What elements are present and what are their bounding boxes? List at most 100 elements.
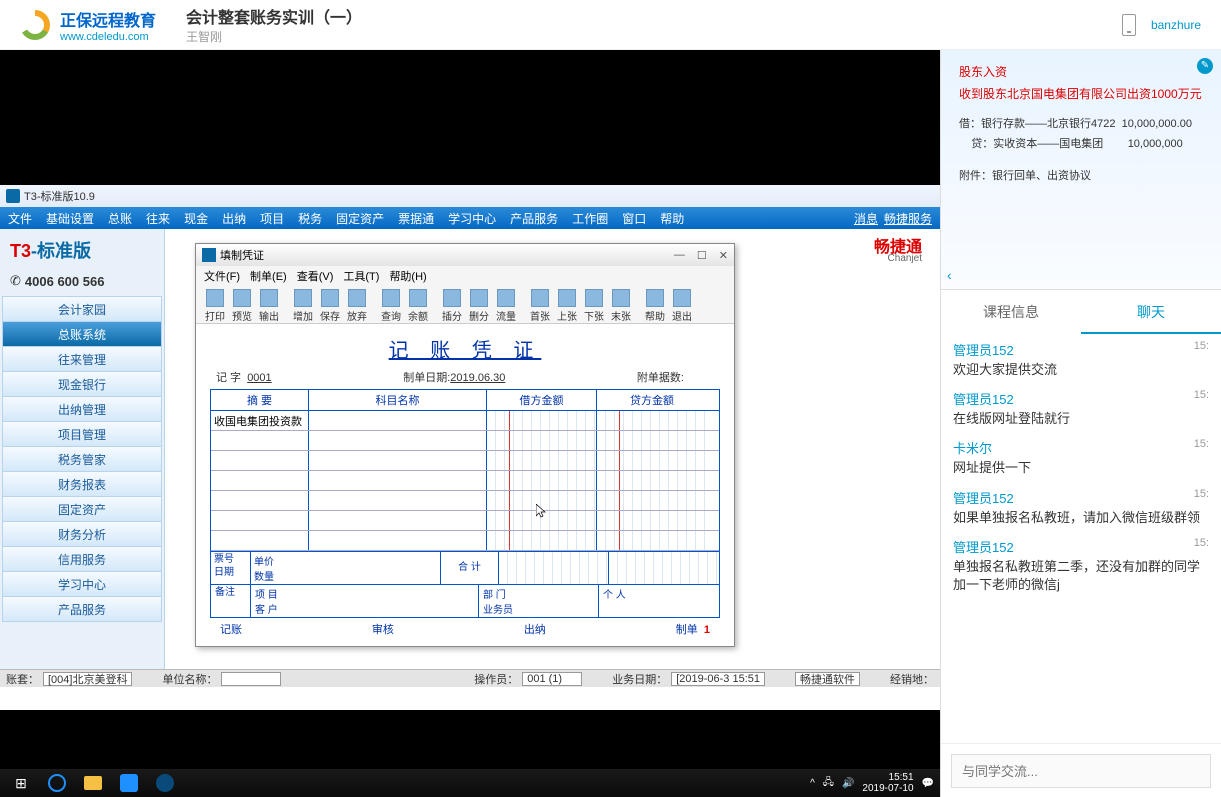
- app-menu-item[interactable]: 工作圈: [572, 210, 608, 227]
- slide-panel: ✎ 股东入资 收到股东北京国电集团有限公司出资1000万元 借：银行存款——北京…: [941, 50, 1221, 290]
- voucher-row[interactable]: [211, 531, 719, 551]
- toolbar-预览[interactable]: 预览: [229, 289, 255, 323]
- nav-item[interactable]: 产品服务: [2, 596, 162, 622]
- toolbar-末张[interactable]: 末张: [608, 289, 634, 323]
- taskbar-explorer[interactable]: [78, 772, 108, 794]
- nav-item[interactable]: 往来管理: [2, 346, 162, 372]
- toolbar-增加[interactable]: 增加: [290, 289, 316, 323]
- app-menu-item[interactable]: 学习中心: [448, 210, 496, 227]
- dialog-titlebar: 填制凭证 — ☐ ✕: [196, 244, 734, 266]
- voucher-row[interactable]: [211, 431, 719, 451]
- app-menu-item[interactable]: 固定资产: [336, 210, 384, 227]
- app-menu-item[interactable]: 帮助: [660, 210, 684, 227]
- toolbar-保存[interactable]: 保存: [317, 289, 343, 323]
- toolbar-首张[interactable]: 首张: [527, 289, 553, 323]
- dialog-menu-item[interactable]: 工具(T): [343, 268, 379, 284]
- dialog-menu-item[interactable]: 文件(F): [204, 268, 240, 284]
- dialog-title: 填制凭证: [220, 247, 264, 263]
- tray-network-icon[interactable]: 🖧: [823, 775, 834, 792]
- nav-item[interactable]: 出纳管理: [2, 396, 162, 422]
- app-menu-item[interactable]: 出纳: [222, 210, 246, 227]
- chat-message: 管理员15215:在线版网址登陆就行: [953, 389, 1209, 428]
- minimize-icon[interactable]: —: [674, 249, 685, 262]
- chat-message: 管理员15215:如果单独报名私教班，请加入微信班级群领: [953, 488, 1209, 527]
- app-menu-item[interactable]: 总账: [108, 210, 132, 227]
- toolbar-打印[interactable]: 打印: [202, 289, 228, 323]
- app-menu-item[interactable]: 票据通: [398, 210, 434, 227]
- voucher-number[interactable]: 0001: [247, 372, 271, 384]
- toolbar-查询[interactable]: 查询: [378, 289, 404, 323]
- voucher-row[interactable]: [211, 451, 719, 471]
- app-menu-item[interactable]: 税务: [298, 210, 322, 227]
- voucher-row[interactable]: 收国电集团投资款: [211, 411, 719, 431]
- sidebar-tabs: 课程信息 聊天: [941, 290, 1221, 334]
- nav-item[interactable]: 固定资产: [2, 496, 162, 522]
- app-menu-item[interactable]: 往来: [146, 210, 170, 227]
- taskbar-app1[interactable]: [114, 772, 144, 794]
- nav-item[interactable]: 税务管家: [2, 446, 162, 472]
- toolbar-放弃[interactable]: 放弃: [344, 289, 370, 323]
- menubar-service-link[interactable]: 畅捷服务: [884, 210, 932, 227]
- tray-notification-icon[interactable]: 💬: [922, 778, 934, 789]
- close-icon[interactable]: ✕: [719, 249, 728, 262]
- dialog-menu-item[interactable]: 帮助(H): [389, 268, 426, 284]
- nav-item[interactable]: 项目管理: [2, 421, 162, 447]
- dialog-toolbar: 打印预览输出增加保存放弃查询余额插分删分流量首张上张下张末张帮助退出: [196, 286, 734, 324]
- dialog-menubar: 文件(F) 制单(E) 查看(V) 工具(T) 帮助(H): [196, 266, 734, 286]
- taskbar-clock[interactable]: 15:51 2019-07-10: [862, 772, 913, 794]
- total-label: 合 计: [441, 552, 499, 584]
- toolbar-下张[interactable]: 下张: [581, 289, 607, 323]
- nav-item[interactable]: 财务报表: [2, 471, 162, 497]
- nav-item[interactable]: 会计家园: [2, 296, 162, 322]
- dialog-menu-item[interactable]: 制单(E): [250, 268, 287, 284]
- toolbar-帮助[interactable]: 帮助: [642, 289, 668, 323]
- app-menu-item[interactable]: 基础设置: [46, 210, 94, 227]
- tray-up-icon[interactable]: ^: [810, 778, 815, 789]
- slide-prev-icon[interactable]: ‹: [947, 267, 952, 283]
- toolbar-流量[interactable]: 流量: [493, 289, 519, 323]
- total-credit: [609, 552, 719, 584]
- slide-badge-icon[interactable]: ✎: [1197, 58, 1213, 74]
- username[interactable]: banzhure: [1151, 18, 1201, 32]
- toolbar-上张[interactable]: 上张: [554, 289, 580, 323]
- chat-message: 管理员15215:欢迎大家提供交流: [953, 340, 1209, 379]
- toolbar-删分[interactable]: 删分: [466, 289, 492, 323]
- brand-logo[interactable]: 正保远程教育 www.cdeledu.com: [20, 7, 156, 43]
- nav-item[interactable]: 总账系统: [2, 321, 162, 347]
- voucher-date[interactable]: 2019.06.30: [450, 372, 505, 384]
- toolbar-退出[interactable]: 退出: [669, 289, 695, 323]
- chat-input[interactable]: [951, 754, 1211, 788]
- start-button[interactable]: ⊞: [6, 772, 36, 794]
- tab-chat[interactable]: 聊天: [1081, 290, 1221, 334]
- toolbar-余额[interactable]: 余额: [405, 289, 431, 323]
- sign-maker: 制单 1: [676, 621, 710, 637]
- voucher-row[interactable]: [211, 511, 719, 531]
- voucher-table: 摘 要 科目名称 借方金额 贷方金额 收国电集团投资款 票号日期 单价数量 合 …: [210, 389, 720, 618]
- toolbar-插分[interactable]: 插分: [439, 289, 465, 323]
- taskbar-edge[interactable]: [42, 772, 72, 794]
- toolbar-输出[interactable]: 输出: [256, 289, 282, 323]
- tab-course-info[interactable]: 课程信息: [941, 290, 1081, 334]
- tray-volume-icon[interactable]: 🔊: [842, 778, 854, 789]
- nav-item[interactable]: 学习中心: [2, 571, 162, 597]
- menubar-msg-link[interactable]: 消息: [854, 210, 878, 227]
- app-menu-item[interactable]: 文件: [8, 210, 32, 227]
- chat-list: 管理员15215:欢迎大家提供交流管理员15215:在线版网址登陆就行卡米尔15…: [941, 334, 1221, 743]
- nav-item[interactable]: 信用服务: [2, 546, 162, 572]
- voucher-row[interactable]: [211, 491, 719, 511]
- nav-item[interactable]: 财务分析: [2, 521, 162, 547]
- support-phone: ✆ 4006 600 566: [0, 271, 164, 297]
- mobile-icon[interactable]: [1122, 14, 1136, 36]
- taskbar-app2[interactable]: [150, 772, 180, 794]
- app-menu-item[interactable]: 产品服务: [510, 210, 558, 227]
- page-header: 正保远程教育 www.cdeledu.com 会计整套账务实训（一） 王智刚 b…: [0, 0, 1221, 50]
- maximize-icon[interactable]: ☐: [697, 249, 707, 262]
- nav-item[interactable]: 现金银行: [2, 371, 162, 397]
- voucher-row[interactable]: [211, 471, 719, 491]
- dialog-menu-item[interactable]: 查看(V): [297, 268, 334, 284]
- app-menu-item[interactable]: 窗口: [622, 210, 646, 227]
- shared-app-window: T3-标准版10.9 文件基础设置总账往来现金出纳项目税务固定资产票据通学习中心…: [0, 185, 940, 710]
- app-menu-item[interactable]: 现金: [184, 210, 208, 227]
- voucher-form: 记 账 凭 证 记 字 0001 制单日期:2019.06.30 附单据数: 摘…: [196, 324, 734, 646]
- app-menu-item[interactable]: 项目: [260, 210, 284, 227]
